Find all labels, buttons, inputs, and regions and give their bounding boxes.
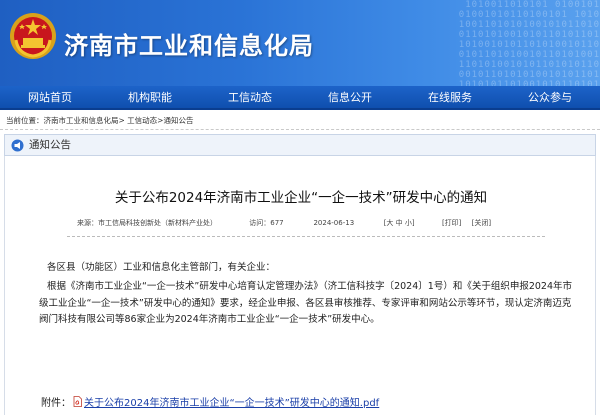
meta-divider (67, 236, 545, 237)
header-banner: 1010011010101 0100101 01001010110100101 … (0, 0, 600, 86)
bullhorn-icon (11, 139, 24, 152)
breadcrumb-current-link[interactable]: 通知公告 (163, 116, 193, 125)
article-paragraph-text: 根据《济南市工业企业“一企一技术”研发中心培育认定管理办法》（济工信科技字〔20… (39, 281, 572, 325)
banner-binary-decoration: 1010011010101 0100101 01001010110100101 … (458, 0, 600, 86)
nav-item-participation[interactable]: 公众参与 (500, 86, 600, 108)
section-header: 通知公告 (4, 134, 596, 156)
article-date: 2024-06-13 (313, 219, 355, 227)
main-nav: 网站首页 机构职能 工信动态 信息公开 在线服务 公众参与 (0, 86, 600, 110)
font-size-switcher[interactable]: [大 中 小] (384, 218, 440, 228)
breadcrumb-section-link[interactable]: 工信动态 (127, 116, 157, 125)
nav-item-online-service[interactable]: 在线服务 (400, 86, 500, 108)
attachment-row: 附件： 关于公布2024年济南市工业企业“一企一技术”研发中心的通知.pdf (41, 394, 379, 409)
nav-item-news[interactable]: 工信动态 (200, 86, 300, 108)
nav-item-home[interactable]: 网站首页 (0, 86, 100, 108)
breadcrumb-separator: > (118, 116, 128, 125)
article-paragraph: 根据《济南市工业企业“一企一技术”研发中心培育认定管理办法》（济工信科技字〔20… (39, 279, 575, 329)
site-title[interactable]: 济南市工业和信息化局 (64, 26, 314, 61)
section-title: 通知公告 (29, 139, 71, 151)
article-greeting: 各区县（功能区）工业和信息化主管部门，有关企业： (47, 262, 276, 273)
article-title: 关于公布2024年济南市工业企业“一企一技术”研发中心的通知 (114, 190, 488, 206)
breadcrumb-home-link[interactable]: 济南市工业和信息化局 (44, 116, 119, 125)
print-button[interactable]: [打印] (442, 218, 461, 228)
article-panel: 关于公布2024年济南市工业企业“一企一技术”研发中心的通知 来源：市工信局科技… (4, 156, 596, 415)
close-button[interactable]: [关闭] (472, 218, 491, 228)
breadcrumb-prefix: 当前位置： (6, 116, 44, 125)
national-emblem-icon (10, 13, 56, 59)
attachment-label: 附件： (41, 398, 71, 409)
nav-item-disclosure[interactable]: 信息公开 (300, 86, 400, 108)
article-meta: 来源：市工信局科技创新处（新材料产业处） 访问：677 2024-06-13 [… (77, 218, 491, 228)
breadcrumb: 当前位置：济南市工业和信息化局> 工信动态>通知公告 (0, 112, 600, 130)
attachment-link[interactable]: 关于公布2024年济南市工业企业“一企一技术”研发中心的通知.pdf (84, 398, 379, 409)
nav-item-functions[interactable]: 机构职能 (100, 86, 200, 108)
article-visits: 访问：677 (249, 219, 284, 227)
article-source: 来源：市工信局科技创新处（新材料产业处） (77, 219, 217, 227)
pdf-icon (73, 396, 82, 407)
